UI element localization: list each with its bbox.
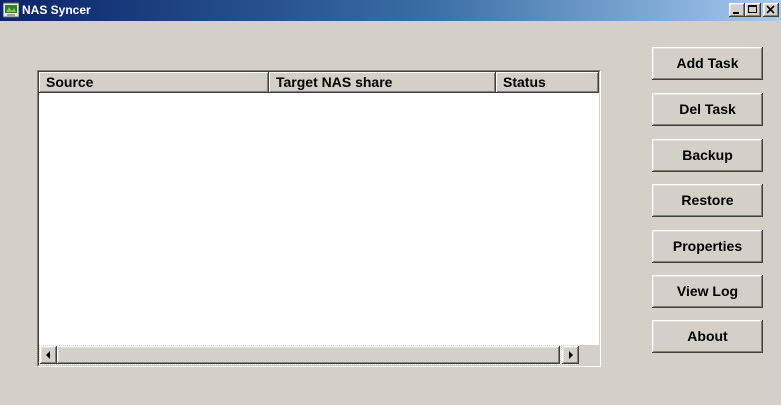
column-header-status[interactable]: Status: [496, 72, 599, 93]
scrollbar-corner: [579, 345, 599, 365]
properties-button[interactable]: Properties: [652, 230, 763, 263]
horizontal-scrollbar[interactable]: [39, 345, 599, 365]
about-button[interactable]: About: [652, 320, 763, 353]
del-task-button[interactable]: Del Task: [652, 93, 763, 126]
restore-button[interactable]: Restore: [652, 184, 763, 217]
scroll-right-button[interactable]: [562, 346, 579, 364]
scroll-thumb[interactable]: [57, 346, 560, 364]
nas-sync-icon: [2, 2, 20, 18]
task-list-header: Source Target NAS share Status: [39, 72, 599, 93]
backup-button[interactable]: Backup: [652, 139, 763, 172]
task-list[interactable]: Source Target NAS share Status: [37, 70, 601, 367]
scroll-left-button[interactable]: [40, 346, 57, 364]
close-button[interactable]: [763, 3, 779, 17]
view-log-button[interactable]: View Log: [652, 275, 763, 308]
column-header-target-nas-share[interactable]: Target NAS share: [269, 72, 496, 93]
task-list-body[interactable]: [39, 93, 599, 345]
add-task-button[interactable]: Add Task: [652, 47, 763, 80]
minimize-button[interactable]: [729, 3, 745, 17]
main-window: NAS Syncer Source Target NAS share Statu…: [0, 0, 781, 405]
window-title: NAS Syncer: [22, 3, 91, 17]
title-bar[interactable]: NAS Syncer: [0, 0, 781, 21]
task-list-frame: Source Target NAS share Status: [38, 71, 600, 366]
column-header-source[interactable]: Source: [39, 72, 269, 93]
maximize-button[interactable]: [745, 3, 761, 17]
